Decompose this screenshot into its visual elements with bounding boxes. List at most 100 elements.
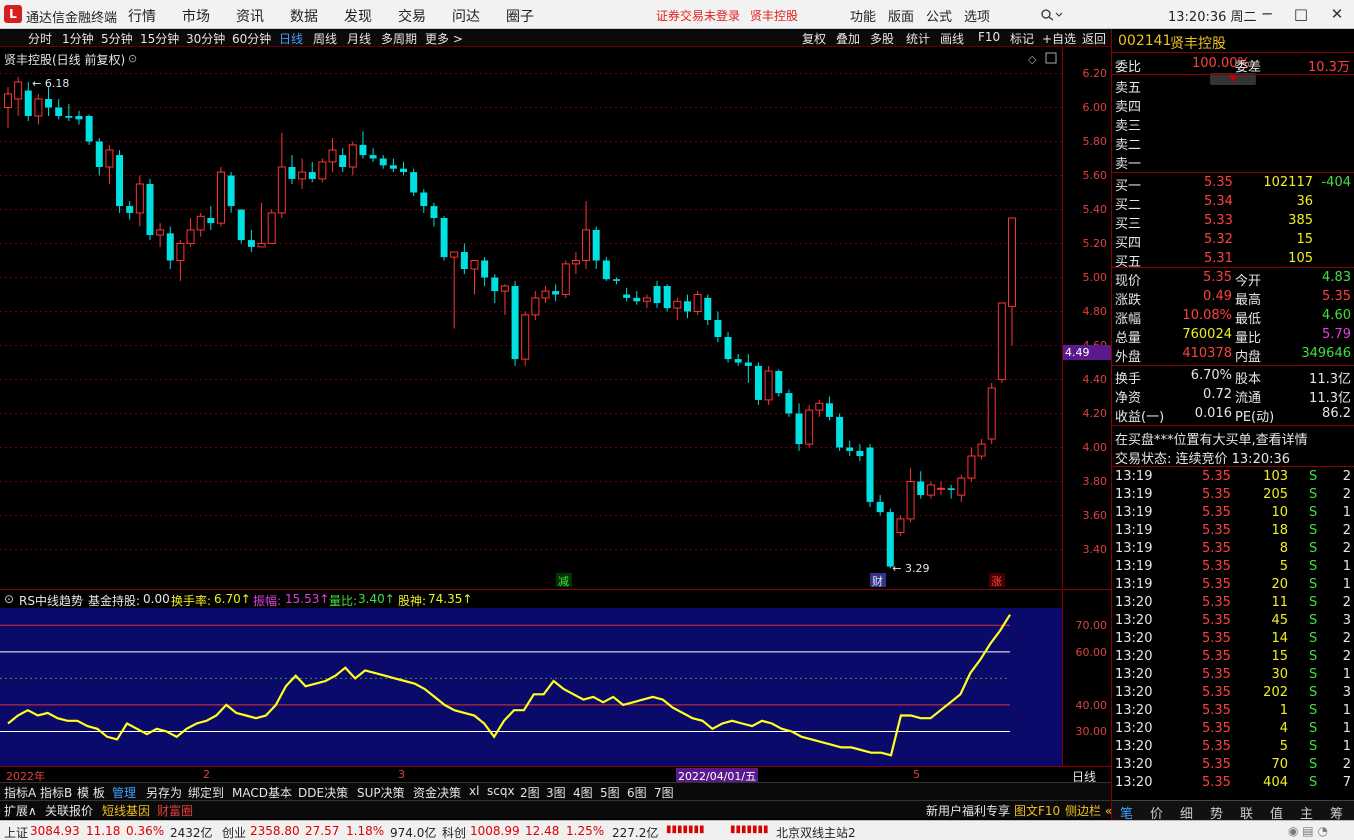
indicator-tab[interactable]: 绑定到 xyxy=(188,784,224,801)
index-sh-name[interactable]: 上证 xyxy=(4,824,28,840)
search-box[interactable] xyxy=(1008,6,1064,24)
big-order-alert[interactable]: 在买盘***位置有大买单,查看详情 xyxy=(1112,428,1354,448)
indicator-tab[interactable]: 6图 xyxy=(627,784,647,801)
tick-volume: 30 xyxy=(1271,667,1288,682)
indicator-chart[interactable] xyxy=(0,608,1062,766)
sidebar-toggle[interactable]: 侧边栏 « xyxy=(1065,802,1112,819)
f10-link[interactable]: 图文F10 xyxy=(1014,802,1060,819)
tool-huaxian[interactable]: 画线 xyxy=(940,30,964,47)
stock-code[interactable]: 002141 xyxy=(1118,33,1171,49)
menu-jiaoyi[interactable]: 交易 xyxy=(398,6,426,26)
index-kc-name[interactable]: 科创 xyxy=(442,824,466,840)
tick-side: S xyxy=(1309,505,1318,520)
menu-quanzi[interactable]: 圈子 xyxy=(506,6,534,26)
period-more[interactable]: 更多 > xyxy=(425,30,463,47)
tool-duogu[interactable]: 多股 xyxy=(870,30,894,47)
tick-time: 13:20 xyxy=(1115,613,1153,628)
tool-biaoji[interactable]: 标记 xyxy=(1010,30,1034,47)
period-weekly[interactable]: 周线 xyxy=(313,30,337,47)
tool-f10[interactable]: F10 xyxy=(978,30,1000,44)
stock-name[interactable]: 贤丰控股 xyxy=(1170,33,1226,53)
bid-row[interactable]: 买五 5.31 105 xyxy=(1112,250,1354,270)
tool-back[interactable]: 返回 xyxy=(1082,30,1106,47)
y-tick-label: 3.80 xyxy=(1082,474,1108,488)
panel-tab[interactable]: 联 xyxy=(1240,803,1253,822)
tick-count: 2 xyxy=(1342,541,1351,556)
period-30min[interactable]: 30分钟 xyxy=(186,30,225,47)
close-icon[interactable]: ✕ xyxy=(1326,4,1348,24)
indicator-tab[interactable]: 模 板 xyxy=(77,784,105,801)
period-multi[interactable]: 多周期 xyxy=(381,30,417,47)
index-kc-price: 1008.99 xyxy=(470,824,520,838)
tab-related-quote[interactable]: 关联报价 xyxy=(45,802,93,819)
indicator-tab[interactable]: 3图 xyxy=(546,784,566,801)
tab-short-gene[interactable]: 短线基因 xyxy=(102,802,150,819)
minimize-icon[interactable]: ─ xyxy=(1256,4,1278,24)
bid-row[interactable]: 买四 5.32 15 xyxy=(1112,231,1354,251)
indicator-tab[interactable]: 管理 xyxy=(112,784,136,801)
indicator-tab[interactable]: 4图 xyxy=(573,784,593,801)
new-user-promo[interactable]: 新用户福利专享 xyxy=(926,802,1010,819)
indicator-tab[interactable]: 另存为 xyxy=(146,784,182,801)
candle xyxy=(348,141,357,176)
tick-count: 1 xyxy=(1342,577,1351,592)
menu-xuanxiang[interactable]: 选项 xyxy=(964,6,990,25)
menu-gongneng[interactable]: 功能 xyxy=(850,6,876,25)
panel-tab[interactable]: 细 xyxy=(1180,803,1193,822)
tool-add-watchlist[interactable]: +自选 xyxy=(1042,30,1076,47)
menu-faxian[interactable]: 发现 xyxy=(344,6,372,26)
menu-hangqing[interactable]: 行情 xyxy=(128,6,156,26)
menu-gongshi[interactable]: 公式 xyxy=(926,6,952,25)
period-monthly[interactable]: 月线 xyxy=(347,30,371,47)
menu-zixun[interactable]: 资讯 xyxy=(236,6,264,26)
tool-fuquan[interactable]: 复权 xyxy=(802,30,826,47)
panel-tab[interactable]: 价 xyxy=(1150,803,1163,822)
menu-shuju[interactable]: 数据 xyxy=(290,6,318,26)
tick-volume: 202 xyxy=(1263,685,1288,700)
indicator-tab[interactable]: scqx xyxy=(487,784,515,798)
indicator-collapse-icon[interactable]: ⊙ xyxy=(4,592,14,606)
period-fenshi[interactable]: 分时 xyxy=(28,30,52,47)
panel-tab[interactable]: 势 xyxy=(1210,803,1223,822)
indicator-tab[interactable]: 2图 xyxy=(520,784,540,801)
panel-tab[interactable]: 筹 xyxy=(1330,803,1343,822)
index-cy-name[interactable]: 创业 xyxy=(222,824,246,840)
panel-tab[interactable]: 值 xyxy=(1270,803,1283,822)
tick-count: 2 xyxy=(1342,631,1351,646)
period-1min[interactable]: 1分钟 xyxy=(62,30,94,47)
menu-shichang[interactable]: 市场 xyxy=(182,6,210,26)
indicator-tab[interactable]: SUP决策 xyxy=(357,784,405,801)
panel-tab[interactable]: 主 xyxy=(1300,803,1313,822)
indicator-tab[interactable]: 资金决策 xyxy=(413,784,461,801)
notice-stock-name[interactable]: 贤丰控股 xyxy=(750,7,798,24)
indicator-tab[interactable]: DDE决策 xyxy=(298,784,348,801)
indicator-tab[interactable]: MACD基本 xyxy=(232,784,292,801)
indicator-tab[interactable]: 5图 xyxy=(600,784,620,801)
indicator-tab[interactable]: 7图 xyxy=(654,784,674,801)
candlestick-chart[interactable]: ← 6.18 ← 3.29 减 财 涨 ◇ ⊙ xyxy=(0,47,1062,588)
login-notice[interactable]: 证券交易未登录 xyxy=(656,7,740,24)
period-60min[interactable]: 60分钟 xyxy=(232,30,271,47)
indicator-name[interactable]: RS中线趋势 xyxy=(19,592,83,609)
menu-wenda[interactable]: 问达 xyxy=(452,6,480,26)
tab-wealth-circle[interactable]: 财富圈 xyxy=(157,802,193,819)
bid-row[interactable]: 买三 5.33 385 xyxy=(1112,212,1354,232)
indicator-tab[interactable]: xl xyxy=(469,784,479,798)
bid-row[interactable]: 买一 5.35 102117 -404 xyxy=(1112,174,1354,194)
indicator-tab[interactable]: 指标B xyxy=(40,784,72,801)
alert-text[interactable]: 在买盘***位置有大买单,查看详情 xyxy=(1115,429,1308,448)
candle xyxy=(521,311,530,366)
tool-tongji[interactable]: 统计 xyxy=(906,30,930,47)
panel-tab[interactable]: 笔 xyxy=(1120,803,1133,822)
period-15min[interactable]: 15分钟 xyxy=(140,30,179,47)
menu-banmian[interactable]: 版面 xyxy=(888,6,914,25)
period-5min[interactable]: 5分钟 xyxy=(101,30,133,47)
indicator-tab[interactable]: 指标A xyxy=(4,784,36,801)
bid-row[interactable]: 买二 5.34 36 xyxy=(1112,193,1354,213)
server-name[interactable]: 北京双线主站2 xyxy=(776,824,856,840)
period-daily[interactable]: 日线 xyxy=(279,30,303,47)
maximize-icon[interactable]: □ xyxy=(1290,4,1312,24)
search-icon[interactable] xyxy=(1008,6,1064,24)
tool-diejia[interactable]: 叠加 xyxy=(836,30,860,47)
tab-expand[interactable]: 扩展∧ xyxy=(4,802,37,819)
